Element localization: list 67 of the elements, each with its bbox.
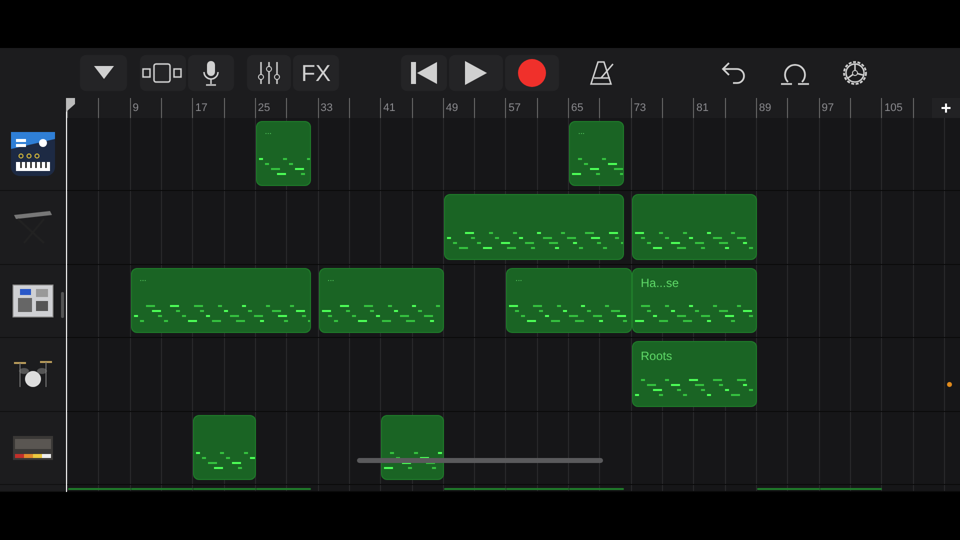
settings-icon: [840, 58, 870, 88]
synth-app-icon: [10, 130, 56, 177]
bar-number: 49: [446, 101, 458, 116]
music-region[interactable]: [256, 488, 311, 490]
music-region[interactable]: ...: [569, 120, 624, 186]
microphone-icon: [203, 60, 219, 86]
region-name: ...: [264, 126, 272, 138]
metronome-icon: [589, 60, 615, 86]
midi-notes-drawing: [570, 158, 623, 176]
microphone-button[interactable]: [188, 55, 234, 91]
sliders-icon: [257, 61, 281, 85]
bar-number: 17: [195, 101, 208, 116]
mixer-button[interactable]: [247, 55, 291, 91]
music-region[interactable]: [193, 414, 256, 480]
tracks-view-button[interactable]: [140, 55, 186, 91]
music-region[interactable]: ...: [318, 268, 444, 334]
music-region[interactable]: [444, 194, 624, 260]
play-button[interactable]: [449, 55, 503, 91]
skip-back-icon: [411, 62, 437, 84]
dropdown-button[interactable]: [80, 55, 127, 91]
music-region[interactable]: [820, 488, 882, 490]
bar-number: 81: [696, 101, 709, 116]
music-region[interactable]: ...: [506, 268, 632, 334]
bar-number: 89: [759, 101, 772, 116]
fx-button[interactable]: FX: [293, 55, 339, 91]
bar-number: 57: [508, 101, 521, 116]
record-icon: [518, 59, 546, 87]
add-section-button[interactable]: +: [932, 98, 960, 118]
bar-number: 33: [320, 101, 333, 116]
vertical-scroll-indicator: [61, 292, 64, 318]
midi-notes-drawing: [256, 158, 310, 176]
bar-number: 97: [822, 101, 834, 116]
midi-notes-drawing: [194, 452, 255, 470]
music-region[interactable]: [193, 488, 256, 490]
music-region[interactable]: [381, 414, 444, 480]
music-region[interactable]: [444, 488, 506, 490]
region-name: Ha...se: [640, 274, 679, 292]
bar-number: 9: [132, 101, 139, 116]
music-region[interactable]: Roots: [632, 341, 758, 407]
bar-number: 73: [634, 101, 646, 116]
drum-kit-icon: [12, 359, 54, 390]
triangle-down-icon: [94, 66, 114, 80]
rewind-button[interactable]: [401, 55, 447, 91]
bar-number: 65: [571, 101, 584, 116]
music-region[interactable]: Ha...se: [632, 268, 758, 334]
music-region[interactable]: [569, 488, 624, 490]
region-name: ...: [140, 272, 146, 285]
record-button[interactable]: [505, 55, 559, 91]
music-region[interactable]: [757, 488, 820, 490]
bar-number: 41: [383, 101, 396, 116]
music-region[interactable]: ...: [256, 120, 311, 186]
music-region[interactable]: [68, 488, 131, 490]
play-icon: [465, 61, 487, 85]
region-name: Roots: [640, 348, 672, 366]
music-region[interactable]: ...: [130, 268, 311, 334]
drum-machine-icon: [12, 284, 54, 318]
music-region[interactable]: [506, 488, 570, 490]
region-name: ...: [328, 272, 334, 285]
bar-number: 105: [884, 101, 903, 116]
beat-machine-icon: [12, 434, 54, 461]
music-region[interactable]: [130, 488, 194, 490]
region-name: ...: [578, 126, 585, 138]
undo-icon: [721, 61, 747, 85]
music-region[interactable]: [632, 194, 758, 260]
region-name: ...: [515, 272, 522, 285]
tracks-view-icon: [142, 63, 184, 83]
bar-number: 25: [258, 101, 270, 116]
